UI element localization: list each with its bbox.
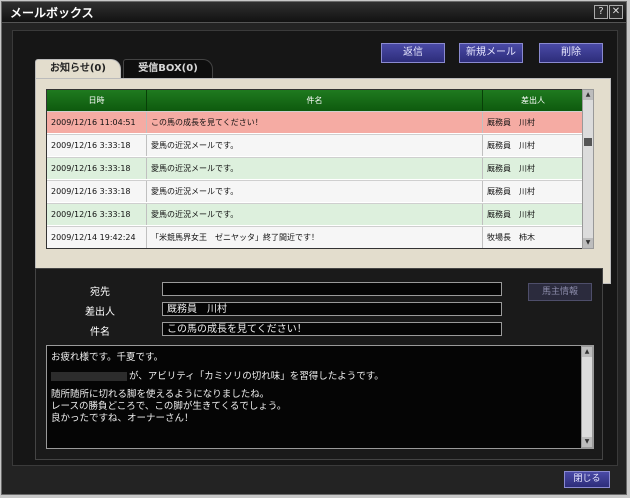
owner-info-button[interactable]: 馬主情報 xyxy=(528,283,592,301)
window-title: メールボックス xyxy=(10,6,94,20)
cell-sender: 厩務員 川村 xyxy=(487,141,535,150)
close-button[interactable]: 閉じる xyxy=(564,471,610,488)
new-mail-button[interactable]: 新規メール xyxy=(459,43,523,63)
cell-date: 2009/12/16 3:33:18 xyxy=(47,158,147,179)
cell-sender: 厩務員 川村 xyxy=(487,210,535,219)
cell-subject: 愛馬の近況メールです。 xyxy=(147,135,483,156)
cell-date: 2009/12/16 11:04:51 xyxy=(47,112,147,133)
body-line: が、アビリティ「カミソリの切れ味」を習得したようです。 xyxy=(51,368,384,382)
redacted-horse-name xyxy=(51,372,127,381)
cell-subject: この馬の成長を見てください！ xyxy=(147,112,483,133)
tab-notices[interactable]: お知らせ(0) xyxy=(35,59,121,78)
body-scrollbar[interactable]: ▲ ▼ xyxy=(581,346,593,448)
from-label: 差出人 xyxy=(85,307,115,318)
scroll-up-icon[interactable]: ▲ xyxy=(582,347,592,357)
from-field: 厩務員 川村 xyxy=(162,302,502,316)
cell-subject: 「米競馬界女王 ゼニヤッタ」終了間近です！ xyxy=(147,227,483,248)
help-icon[interactable]: ? xyxy=(594,5,608,19)
column-header-date[interactable]: 日時 xyxy=(47,90,147,111)
cell-subject: 愛馬の近況メールです。 xyxy=(147,181,483,202)
to-label: 宛先 xyxy=(90,287,110,298)
scroll-up-icon[interactable]: ▲ xyxy=(583,90,593,100)
subject-field: この馬の成長を見てください！ xyxy=(162,322,502,336)
scroll-down-icon[interactable]: ▼ xyxy=(582,437,592,447)
reply-button[interactable]: 返信 xyxy=(381,43,445,63)
delete-button[interactable]: 削除 xyxy=(539,43,603,63)
content-area: 返信 新規メール 削除 お知らせ(0) 受信BOX(0) 日時 件名 差出人 2… xyxy=(12,30,618,466)
cell-sender: 厩務員 川村 xyxy=(487,164,535,173)
body-line: 良かったですね、オーナーさん！ xyxy=(51,413,194,424)
list-scrollbar[interactable]: ▲ ▼ xyxy=(582,89,594,249)
message-list-panel: 日時 件名 差出人 2009/12/16 11:04:51 この馬の成長を見てくだ… xyxy=(35,78,611,284)
cell-date: 2009/12/16 3:33:18 xyxy=(47,204,147,225)
message-body: お疲れ様です。千夏です。 が、アビリティ「カミソリの切れ味」を習得したようです。… xyxy=(46,345,594,449)
close-icon[interactable]: ✕ xyxy=(609,5,623,19)
cell-sender: 厩務員 川村 xyxy=(487,187,535,196)
column-header-sender[interactable]: 差出人 xyxy=(483,90,583,111)
cell-date: 2009/12/16 3:33:18 xyxy=(47,181,147,202)
cell-date: 2009/12/16 3:33:18 xyxy=(47,135,147,156)
body-line-text: が、アビリティ「カミソリの切れ味」を習得したようです。 xyxy=(129,371,384,382)
to-field xyxy=(162,282,502,296)
title-bar: メールボックス ? ✕ xyxy=(2,2,626,23)
scroll-thumb[interactable] xyxy=(584,138,592,146)
subject-label: 件名 xyxy=(90,327,110,338)
table-row[interactable]: 2009/12/16 3:33:18 愛馬の近況メールです。 厩務員 川村 xyxy=(47,134,583,156)
cell-date: 2009/12/14 19:42:24 xyxy=(47,227,147,248)
table-row[interactable]: 2009/12/16 3:33:18 愛馬の近況メールです。 厩務員 川村 xyxy=(47,203,583,225)
cell-subject: 愛馬の近況メールです。 xyxy=(147,204,483,225)
column-header-subject[interactable]: 件名 xyxy=(147,90,483,111)
message-detail-panel: 宛先 差出人 厩務員 川村 件名 この馬の成長を見てください！ 馬主情報 お疲れ… xyxy=(35,268,603,460)
cell-sender: 厩務員 川村 xyxy=(487,118,535,127)
tab-inbox[interactable]: 受信BOX(0) xyxy=(123,59,213,78)
body-line: お疲れ様です。千夏です。 xyxy=(51,352,164,363)
table-row[interactable]: 2009/12/14 19:42:24 「米競馬界女王 ゼニヤッタ」終了間近です！… xyxy=(47,226,583,248)
cell-sender: 牧場長 柿木 xyxy=(487,233,535,242)
table-row[interactable]: 2009/12/16 3:33:18 愛馬の近況メールです。 厩務員 川村 xyxy=(47,157,583,179)
scroll-down-icon[interactable]: ▼ xyxy=(583,238,593,248)
table-row[interactable]: 2009/12/16 11:04:51 この馬の成長を見てください！ 厩務員 川村 xyxy=(47,111,583,133)
table-row[interactable]: 2009/12/16 3:33:18 愛馬の近況メールです。 厩務員 川村 xyxy=(47,180,583,202)
message-table: 日時 件名 差出人 2009/12/16 11:04:51 この馬の成長を見てくだ… xyxy=(46,89,584,249)
cell-subject: 愛馬の近況メールです。 xyxy=(147,158,483,179)
mailbox-window: メールボックス ? ✕ 返信 新規メール 削除 お知らせ(0) 受信BOX(0)… xyxy=(1,1,627,495)
